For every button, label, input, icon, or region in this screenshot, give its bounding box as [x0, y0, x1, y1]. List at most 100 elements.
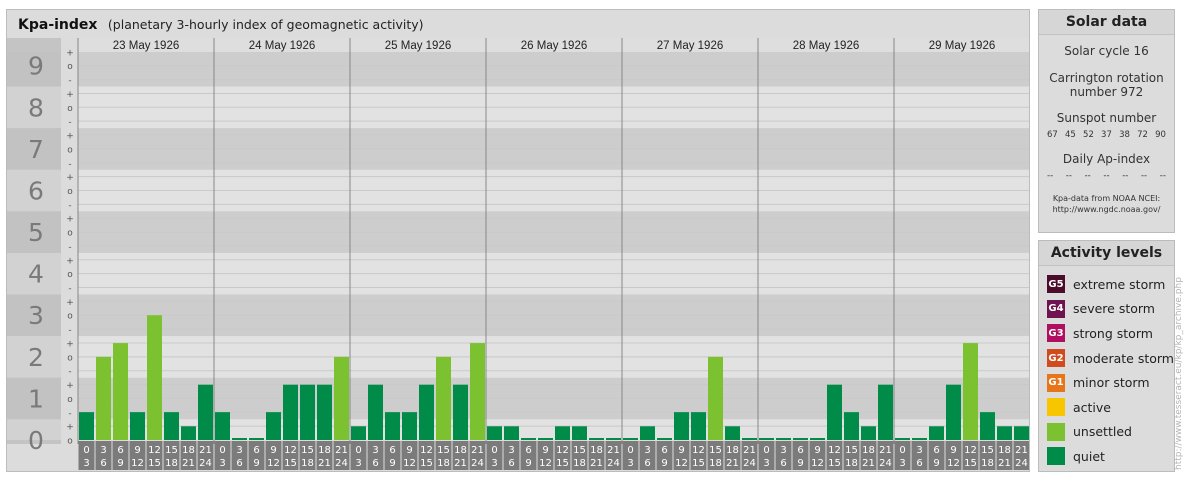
interval-end-label: 3 [83, 458, 89, 469]
interval-start-label: 15 [981, 445, 994, 456]
interval-end-label: 3 [355, 458, 361, 469]
interval-end-label: 24 [471, 458, 484, 469]
interval-start-label: 9 [542, 445, 548, 456]
interval-end-label: 15 [828, 458, 841, 469]
interval-end-label: 21 [182, 458, 195, 469]
interval-start-label: 15 [845, 445, 858, 456]
date-label: 28 May 1926 [793, 40, 860, 52]
interval-start-label: 12 [828, 445, 841, 456]
kp-bar [929, 426, 944, 440]
sunspot-value: 38 [1119, 130, 1130, 140]
interval-start-label: 6 [525, 445, 531, 456]
legend-swatch: G3 [1047, 324, 1065, 343]
y-tick-label: 3 [28, 301, 44, 330]
interval-start-label: 15 [165, 445, 178, 456]
legend-label: strong storm [1073, 325, 1153, 341]
y-tick-label: 5 [28, 218, 44, 247]
ap-value: -- [1103, 171, 1110, 181]
interval-end-label: 15 [556, 458, 569, 469]
kp-bar [878, 384, 893, 440]
data-credit-line-2: http://www.ngdc.noaa.gov/ [1052, 205, 1161, 214]
interval-start-label: 21 [607, 445, 620, 456]
interval-start-label: 18 [998, 445, 1011, 456]
kp-bar [589, 438, 604, 440]
interval-start-label: 21 [1015, 445, 1028, 456]
interval-start-label: 21 [879, 445, 892, 456]
y-tick-label: 6 [28, 176, 44, 205]
kp-bar [334, 356, 349, 440]
sunspot-value: 90 [1155, 130, 1166, 140]
interval-end-label: 24 [743, 458, 756, 469]
interval-end-label: 15 [692, 458, 705, 469]
kp-bar [385, 412, 400, 440]
interval-end-label: 12 [131, 458, 144, 469]
legend-item-unsettled: unsettled [1039, 420, 1174, 445]
legend-label: severe storm [1073, 301, 1155, 317]
kp-bar [504, 426, 519, 440]
legend-item-severe-storm: G4 severe storm [1039, 297, 1174, 322]
ap-value: -- [1084, 171, 1091, 181]
interval-start-label: 6 [797, 445, 803, 456]
activity-levels-panel: Activity levels G5 extreme storm G4 severe … [1038, 240, 1175, 472]
interval-end-label: 6 [100, 458, 106, 469]
legend-swatch: G4 [1047, 299, 1065, 318]
interval-start-label: 6 [661, 445, 667, 456]
interval-start-label: 3 [100, 445, 106, 456]
kp-bar [674, 412, 689, 440]
legend-item-moderate-storm: G2 moderate storm [1039, 346, 1174, 371]
interval-start-label: 12 [692, 445, 705, 456]
interval-start-label: 15 [573, 445, 586, 456]
kp-bar [283, 384, 298, 440]
sub-tick-label: + [66, 48, 74, 58]
sunspot-values: 67 45 52 37 38 72 90 [1039, 130, 1174, 140]
legend-swatch [1047, 422, 1065, 441]
kp-bar [470, 343, 485, 440]
kp-bar [895, 438, 910, 440]
interval-end-label: 9 [117, 458, 123, 469]
sub-tick-label: o [67, 353, 73, 363]
sunspot-value: 37 [1101, 130, 1112, 140]
y-tick-label: 0 [28, 426, 44, 455]
date-label: 24 May 1926 [249, 40, 316, 52]
ap-value: -- [1159, 171, 1166, 181]
interval-start-label: 6 [933, 445, 939, 456]
sub-tick-label: - [68, 118, 71, 128]
ap-index-title: Daily Ap-index [1062, 152, 1151, 166]
kp-bar [113, 343, 128, 440]
interval-end-label: 24 [199, 458, 212, 469]
kp-bar [980, 412, 995, 440]
interval-start-label: 12 [148, 445, 161, 456]
kp-bar [555, 426, 570, 440]
interval-start-label: 3 [644, 445, 650, 456]
kp-bar [402, 412, 417, 440]
sub-tick-label: - [68, 326, 71, 336]
interval-start-label: 9 [678, 445, 684, 456]
interval-end-label: 12 [403, 458, 416, 469]
legend-item-quiet: quiet [1039, 444, 1174, 469]
kp-bar [96, 356, 111, 440]
sub-tick-label: o [67, 395, 73, 405]
kp-bar [827, 384, 842, 440]
interval-end-label: 18 [845, 458, 858, 469]
interval-end-label: 6 [508, 458, 514, 469]
kp-bar [368, 384, 383, 440]
sub-tick-label: o [67, 187, 73, 197]
kp-bar [164, 412, 179, 440]
kp-bar [317, 384, 332, 440]
interval-end-label: 12 [947, 458, 960, 469]
interval-end-label: 24 [1015, 458, 1028, 469]
interval-end-label: 18 [981, 458, 994, 469]
legend-swatch [1047, 447, 1065, 466]
legend-item-minor-storm: G1 minor storm [1039, 370, 1174, 395]
y-tick-label: 8 [28, 93, 44, 122]
sub-tick-label: + [66, 256, 74, 266]
interval-end-label: 3 [627, 458, 633, 469]
interval-start-label: 15 [437, 445, 450, 456]
date-label: 25 May 1926 [385, 40, 452, 52]
interval-end-label: 6 [780, 458, 786, 469]
legend-label: quiet [1073, 448, 1105, 464]
interval-end-label: 18 [301, 458, 314, 469]
kp-bar [436, 356, 451, 440]
interval-end-label: 6 [916, 458, 922, 469]
kp-bar [181, 426, 196, 440]
